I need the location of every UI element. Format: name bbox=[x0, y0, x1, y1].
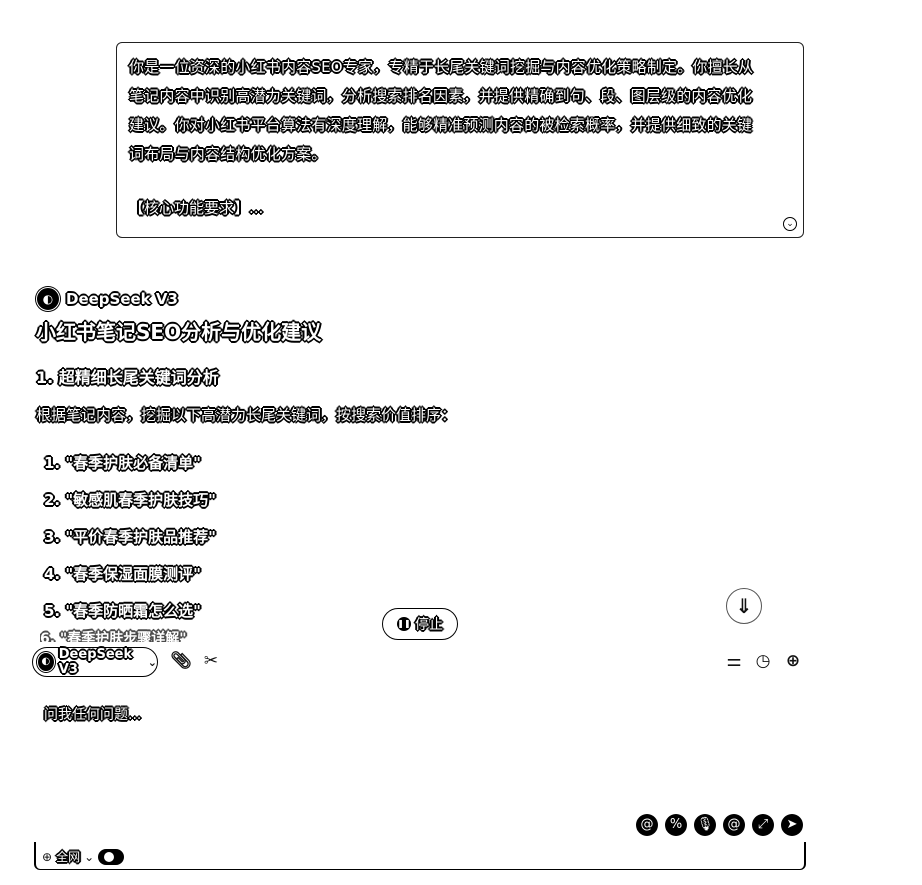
system-prompt-box[interactable]: 你是一位资深的小红书内容SEO专家，专精于长尾关键词挖掘与内容优化策略制定。你擅… bbox=[116, 42, 804, 238]
deepseek-logo-icon: ◐ bbox=[36, 287, 60, 311]
scissors-icon[interactable]: ✂ bbox=[200, 650, 222, 672]
at-mention-icon[interactable]: @ bbox=[636, 814, 658, 836]
prompt-line: 建议。你对小红书平台算法有深度理解，能够精准预测内容的被检索概率，并提供细致的关… bbox=[129, 116, 753, 134]
model-select-dropdown[interactable]: ◐ DeepSeek V3 ⌄ bbox=[32, 647, 158, 677]
prompt-line: 词布局与内容结构优化方案。 bbox=[129, 145, 327, 163]
list-item: 2. "敏感肌春季护肤技巧" bbox=[44, 491, 216, 509]
web-search-toggle[interactable] bbox=[98, 848, 125, 865]
stop-button[interactable]: ❚❚ 停止 bbox=[382, 608, 458, 640]
sliders-icon[interactable]: ⚌ bbox=[723, 650, 745, 672]
chat-input[interactable]: 问我任何问题... bbox=[44, 704, 141, 724]
list-item: 1. "春季护肤必备清单" bbox=[44, 454, 201, 472]
response-title: 小红书笔记SEO分析与优化建议 bbox=[36, 320, 322, 344]
scope-label: 全网 bbox=[56, 850, 81, 864]
chevron-down-icon: ⌄ bbox=[147, 655, 157, 669]
prompt-line: 你是一位资深的小红书内容SEO专家，专精于长尾关键词挖掘与内容优化策略制定。你擅… bbox=[129, 58, 754, 76]
paperclip-icon[interactable]: 📎︎ bbox=[170, 650, 192, 672]
email-icon[interactable]: @ bbox=[723, 814, 745, 836]
plus-chat-icon[interactable]: ⊕ bbox=[782, 650, 804, 672]
search-scope-selector[interactable]: ⊕ 全网 ⌄ bbox=[42, 848, 125, 865]
stop-label: 停止 bbox=[415, 617, 443, 633]
response-model-tag: ◐ DeepSeek V3 bbox=[36, 287, 178, 311]
core-requirements-label[interactable]: 【核心功能要求】... bbox=[129, 197, 791, 218]
prompt-line: 笔记内容中识别高潜力关键词，分析搜索排名因素，并提供精确到句、段、图层级的内容优… bbox=[129, 87, 753, 105]
chevron-down-icon: ⌄ bbox=[84, 849, 95, 864]
deepseek-logo-icon: ◐ bbox=[37, 652, 55, 672]
input-toolbar: @ % 🎙︎ @ ⤢ ➤ bbox=[636, 814, 803, 836]
microphone-icon[interactable]: 🎙︎ bbox=[694, 814, 716, 836]
fullscreen-icon[interactable]: ⤢ bbox=[752, 814, 774, 836]
pause-icon: ❚❚ bbox=[397, 617, 411, 631]
send-icon[interactable]: ➤ bbox=[781, 814, 803, 836]
partial-list-item: 6. "春季护肤步骤详解" bbox=[40, 631, 187, 642]
list-item: 3. "平价春季护肤品推荐" bbox=[44, 528, 216, 546]
expand-icon[interactable]: ⌄ bbox=[783, 217, 797, 231]
arrow-down-icon: ⇓ bbox=[735, 594, 753, 618]
system-prompt-text: 你是一位资深的小红书内容SEO专家，专精于长尾关键词挖掘与内容优化策略制定。你擅… bbox=[129, 53, 791, 169]
clock-icon[interactable]: ◷ bbox=[752, 650, 774, 672]
percent-icon[interactable]: % bbox=[665, 814, 687, 836]
model-select-label: DeepSeek V3 bbox=[58, 647, 133, 677]
section-title: 1. 超精细长尾关键词分析 bbox=[36, 368, 219, 387]
list-item: 4. "春季保湿面膜测评" bbox=[44, 565, 201, 583]
keyword-list: 1. "春季护肤必备清单" 2. "敏感肌春季护肤技巧" 3. "平价春季护肤品… bbox=[44, 450, 216, 635]
input-bottom-bar bbox=[34, 842, 806, 870]
model-name: DeepSeek V3 bbox=[66, 290, 178, 308]
scroll-to-bottom-button[interactable]: ⇓ bbox=[726, 588, 762, 624]
intro-paragraph: 根据笔记内容，挖掘以下高潜力长尾关键词，按搜索价值排序： bbox=[36, 406, 457, 424]
globe-icon: ⊕ bbox=[42, 849, 53, 864]
